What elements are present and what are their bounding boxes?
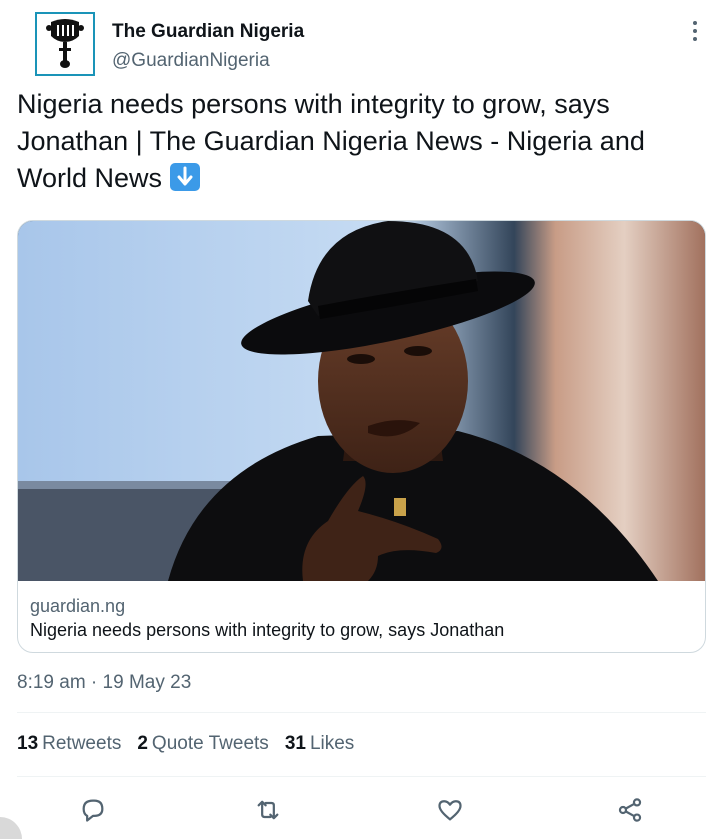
likes-stat[interactable]: 31 Likes <box>285 733 355 755</box>
tweet-text-content: Nigeria needs persons with integrity to … <box>17 89 645 193</box>
guardian-logo-icon <box>46 19 84 68</box>
card-image[interactable] <box>18 221 705 581</box>
card-domain: guardian.ng <box>30 596 126 616</box>
retweets-count: 13 <box>17 733 39 754</box>
retweets-stat[interactable]: 13 Retweets <box>17 733 121 755</box>
tweet-text: Nigeria needs persons with integrity to … <box>17 86 697 197</box>
quotes-count: 2 <box>137 733 148 754</box>
account-handle[interactable]: @GuardianNigeria <box>112 50 270 72</box>
tweet-header: The Guardian Nigeria @GuardianNigeria <box>17 12 707 78</box>
retweets-label: Retweets <box>42 733 122 754</box>
card-title: Nigeria needs persons with integrity to … <box>30 620 505 640</box>
link-card[interactable]: guardian.ng Nigeria needs persons with i… <box>17 220 706 653</box>
likes-label: Likes <box>309 733 355 754</box>
quotes-label: Quote Tweets <box>151 733 269 754</box>
more-options-icon[interactable] <box>683 16 707 46</box>
like-icon[interactable] <box>428 788 472 832</box>
engagement-stats: 13 Retweets 2 Quote Tweets 31 Likes <box>17 733 354 755</box>
reply-icon[interactable] <box>71 788 115 832</box>
divider <box>17 776 706 777</box>
divider <box>17 712 706 713</box>
likes-count: 31 <box>284 733 306 754</box>
tweet-timestamp[interactable]: 8:19 am · 19 May 23 <box>17 672 191 694</box>
retweet-icon[interactable] <box>246 788 290 832</box>
account-name[interactable]: The Guardian Nigeria <box>112 21 304 43</box>
avatar[interactable] <box>35 12 95 76</box>
tweet-actions <box>17 788 706 832</box>
down-arrow-emoji-icon <box>169 163 200 191</box>
share-icon[interactable] <box>608 788 652 832</box>
quote-tweets-stat[interactable]: 2 Quote Tweets <box>137 733 268 755</box>
